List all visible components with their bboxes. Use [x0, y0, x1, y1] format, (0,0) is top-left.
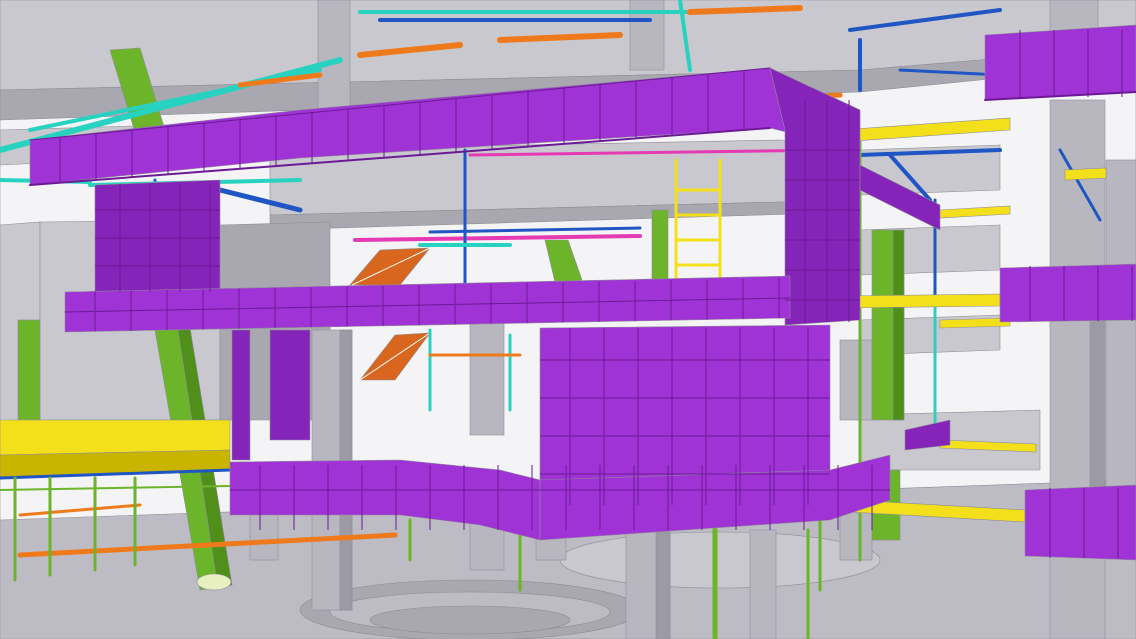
- bim-model-scene: [0, 0, 1136, 639]
- right-purple-balcony-upper: [984, 24, 1136, 101]
